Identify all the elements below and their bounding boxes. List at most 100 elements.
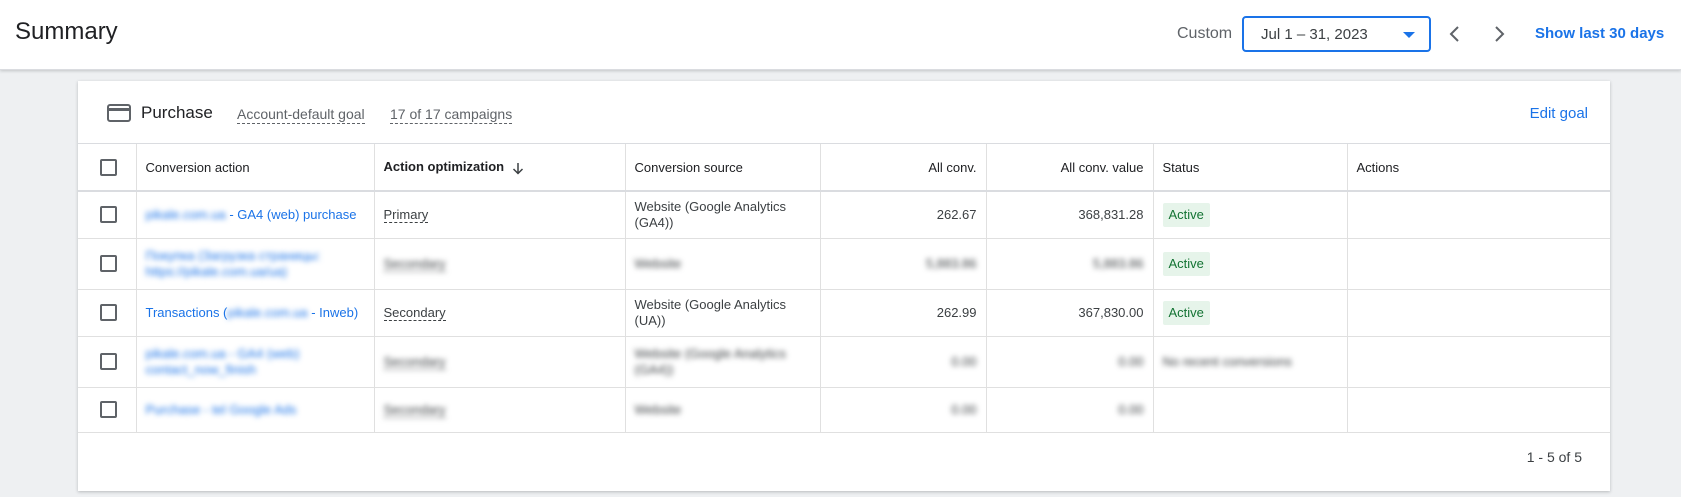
all-conv-value-cell: 5,883.86 (986, 238, 1154, 289)
chevron-right-icon (1495, 26, 1505, 42)
all-conv-cell: 262.67 (820, 191, 987, 238)
status-badge: Active (1162, 300, 1210, 325)
row-checkbox[interactable] (100, 304, 117, 322)
all-conv-value-cell: 0.00 (986, 336, 1154, 387)
date-range-type-label: Custom (1177, 25, 1233, 42)
goal-card-header: Purchase Account-default goal 17 of 17 c… (78, 81, 1610, 144)
all-conv-cell: 0.00 (820, 336, 987, 387)
column-header-label: Action optimization (383, 159, 505, 175)
conversion-source-value: Website (634, 255, 682, 271)
conversion-action-cell: Transactions (pikale.com.ua - Inweb) (136, 289, 375, 336)
conversion-source-cell: Website (Google Analytics (GA4)) (625, 336, 821, 387)
conversion-action-name: - GA4 (web) purchase (225, 206, 357, 222)
all-conv-value: 0.00 (951, 353, 977, 369)
blurred-domain: pikale.com.ua (145, 206, 226, 222)
select-all-checkbox[interactable] (100, 158, 117, 176)
column-header-all-conv-value[interactable]: All conv. value (986, 144, 1154, 191)
actions-cell (1347, 191, 1610, 238)
column-header-status[interactable]: Status (1153, 144, 1348, 191)
optimization-cell: Secondary (374, 289, 626, 336)
conversion-source-cell: Website (625, 387, 821, 432)
select-all-cell (78, 144, 137, 191)
campaigns-count-link[interactable]: 17 of 17 campaigns (390, 105, 513, 124)
all-conv-value-cell: 367,830.00 (986, 289, 1154, 336)
optimization-value[interactable]: Primary (383, 206, 429, 223)
dropdown-caret-icon (1403, 32, 1415, 38)
row-select-cell (78, 336, 137, 387)
optimization-cell: Secondary (374, 387, 626, 432)
all-conv-cell: 0.00 (820, 387, 987, 432)
conversion-action-cell: Purchase - tel Google Ads (136, 387, 375, 432)
all-conv-value: 5,883.86 (925, 255, 977, 271)
credit-card-icon (107, 104, 131, 122)
row-checkbox[interactable] (100, 401, 117, 419)
actions-cell (1347, 289, 1610, 336)
conversion-action-cell: pikale.com.ua - GA4 (web) contact_now_fi… (136, 336, 375, 387)
pagination-info: 1 - 5 of 5 (1526, 449, 1582, 465)
status-cell (1153, 387, 1348, 432)
row-checkbox[interactable] (100, 353, 117, 371)
table-row: pikale.com.ua - GA4 (web) purchase Prima… (78, 191, 1610, 238)
conversion-source-cell: Website (625, 238, 821, 289)
status-cell: No recent conversions (1153, 336, 1348, 387)
show-last-30-days-link[interactable]: Show last 30 days (1535, 25, 1664, 42)
next-period-button[interactable] (1487, 22, 1511, 46)
date-range-picker[interactable]: Jul 1 – 31, 2023 (1242, 16, 1431, 52)
conversion-source-cell: Website (Google Analytics (GA4)) (625, 191, 821, 238)
conversion-action-cell: Покупка (Загрузка страницы: https://pika… (136, 238, 375, 289)
all-conv-cell: 5,883.86 (820, 238, 987, 289)
row-checkbox[interactable] (100, 255, 117, 273)
conversion-action-link[interactable]: pikale.com.ua - GA4 (web) purchase (146, 207, 357, 222)
status-badge: Active (1162, 202, 1210, 227)
top-bar: Summary Custom Jul 1 – 31, 2023 Show las… (0, 0, 1681, 70)
date-range-value: Jul 1 – 31, 2023 (1261, 26, 1368, 43)
optimization-value[interactable]: Secondary (383, 255, 446, 272)
optimization-cell: Primary (374, 191, 626, 238)
column-header-conversion-action[interactable]: Conversion action (136, 144, 375, 191)
actions-cell (1347, 336, 1610, 387)
conversion-actions-table: Conversion action Action optimization Co… (78, 144, 1610, 433)
conversion-action-start: Transactions ( (145, 304, 228, 320)
previous-period-button[interactable] (1443, 22, 1467, 46)
page-title: Summary (15, 18, 118, 45)
conversion-action-link[interactable]: Purchase - tel Google Ads (146, 402, 297, 417)
optimization-value[interactable]: Secondary (383, 353, 446, 370)
all-conv-value-amount: 0.00 (1118, 401, 1144, 417)
column-header-all-conv[interactable]: All conv. (820, 144, 987, 191)
conversion-source-value: Website (Google Analytics (GA4)) (634, 345, 787, 377)
all-conv-value-cell: 368,831.28 (986, 191, 1154, 238)
column-header-conversion-source[interactable]: Conversion source (625, 144, 821, 191)
goal-card: Purchase Account-default goal 17 of 17 c… (78, 81, 1610, 491)
all-conv-value-cell: 0.00 (986, 387, 1154, 432)
all-conv-cell: 262.99 (820, 289, 987, 336)
conversion-action-link[interactable]: Покупка (Загрузка страницы: https://pika… (146, 248, 321, 279)
row-select-cell (78, 387, 137, 432)
conversion-action-end: - Inweb) (307, 304, 359, 320)
table-row: Покупка (Загрузка страницы: https://pika… (78, 238, 1610, 289)
column-header-action-optimization[interactable]: Action optimization (374, 144, 626, 191)
table-header-row: Conversion action Action optimization Co… (78, 144, 1610, 191)
blurred-domain: pikale.com.ua (227, 304, 308, 320)
table-row: Transactions (pikale.com.ua - Inweb) Sec… (78, 289, 1610, 336)
conversion-action-link[interactable]: Transactions (pikale.com.ua - Inweb) (146, 305, 359, 320)
goal-title: Purchase (141, 103, 213, 122)
account-default-goal-link[interactable]: Account-default goal (237, 105, 365, 124)
optimization-cell: Secondary (374, 336, 626, 387)
row-checkbox[interactable] (100, 206, 117, 224)
actions-cell (1347, 238, 1610, 289)
optimization-value[interactable]: Secondary (383, 401, 446, 418)
all-conv-value-amount: 5,883.86 (1092, 255, 1144, 271)
actions-cell (1347, 387, 1610, 432)
optimization-cell: Secondary (374, 238, 626, 289)
chevron-left-icon (1449, 26, 1459, 42)
row-select-cell (78, 238, 137, 289)
status-text: No recent conversions (1162, 353, 1292, 369)
optimization-value[interactable]: Secondary (383, 304, 446, 321)
table-row: Purchase - tel Google Ads Secondary Webs… (78, 387, 1610, 432)
edit-goal-button[interactable]: Edit goal (1530, 105, 1588, 122)
conversion-action-link[interactable]: pikale.com.ua - GA4 (web) contact_now_fi… (146, 346, 300, 377)
conversion-source-value: Website (634, 401, 682, 417)
all-conv-value-amount: 0.00 (1118, 353, 1144, 369)
all-conv-value: 0.00 (951, 401, 977, 417)
row-select-cell (78, 191, 137, 238)
